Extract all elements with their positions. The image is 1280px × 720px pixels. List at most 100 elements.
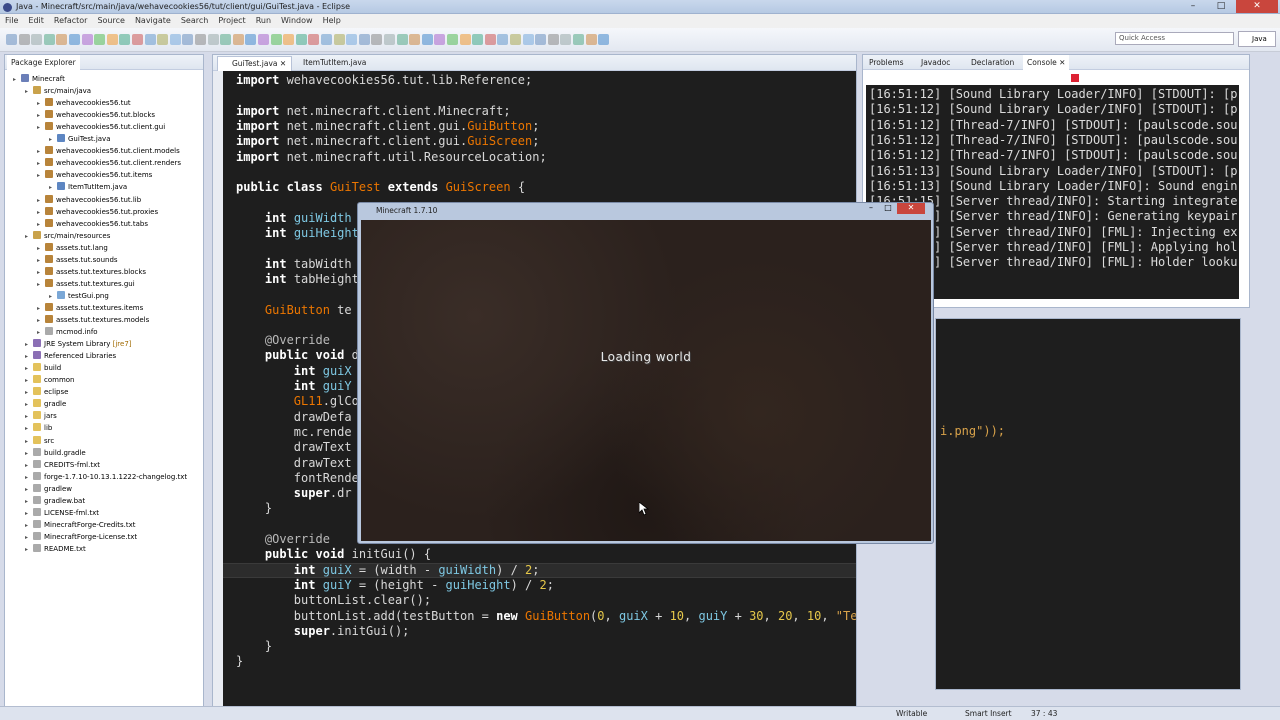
tree-item[interactable]: ▸ common <box>25 374 75 386</box>
quick-access-input[interactable]: Quick Access <box>1115 32 1234 45</box>
toolbar-button[interactable] <box>459 34 471 45</box>
toolbar-button[interactable] <box>510 34 521 45</box>
tree-item[interactable]: ▸ wehavecookies56.tut.blocks <box>37 109 155 121</box>
toolbar-button[interactable] <box>258 34 269 45</box>
mc-minimize-button[interactable]: – <box>863 203 879 214</box>
minimize-button[interactable]: – <box>1180 0 1206 13</box>
toolbar-button[interactable] <box>346 34 358 45</box>
toolbar-button[interactable] <box>245 34 257 45</box>
minecraft-game-canvas[interactable]: Loading world <box>361 220 931 541</box>
tree-item[interactable]: ▸ JRE System Library [jre7] <box>25 338 132 350</box>
toolbar-button[interactable] <box>447 34 458 45</box>
toolbar-button[interactable] <box>283 34 295 45</box>
toolbar-button[interactable] <box>295 34 307 45</box>
tree-item[interactable]: ▸ src <box>25 435 54 447</box>
toolbar-button[interactable] <box>94 34 106 45</box>
terminate-icon[interactable] <box>1071 74 1079 82</box>
tree-item[interactable]: ▸ ItemTutItem.java <box>49 181 127 193</box>
mc-close-button[interactable]: ✕ <box>897 203 925 214</box>
tree-item[interactable]: ▸ wehavecookies56.tut.tabs <box>37 218 148 230</box>
menu-search[interactable]: Search <box>176 14 213 28</box>
toolbar-button[interactable] <box>333 34 345 45</box>
close-button[interactable]: ✕ <box>1236 0 1278 13</box>
toolbar-button[interactable] <box>484 34 496 45</box>
tree-item[interactable]: ▸ wehavecookies56.tut.lib <box>37 194 141 206</box>
toolbar-button[interactable] <box>598 34 610 45</box>
tree-item[interactable]: ▸ assets.tut.sounds <box>37 254 118 266</box>
tree-item[interactable]: ▸ wehavecookies56.tut.client.models <box>37 145 180 157</box>
toolbar-button[interactable] <box>270 34 282 45</box>
expand-chevron-icon[interactable]: ▸ <box>37 170 45 182</box>
expand-chevron-icon[interactable]: ▸ <box>25 86 33 98</box>
toolbar-button[interactable] <box>81 34 93 45</box>
toolbar-button[interactable] <box>358 34 370 45</box>
tree-item[interactable]: ▸ src/main/resources <box>25 230 110 242</box>
toolbar-button[interactable] <box>522 34 534 45</box>
tree-item[interactable]: ▸ mcmod.info <box>37 326 98 338</box>
toolbar-button[interactable] <box>56 34 68 45</box>
toolbar-button[interactable] <box>69 34 80 45</box>
tree-item[interactable]: ▸ gradlew <box>25 483 72 495</box>
tree-item[interactable]: ▸ Minecraft <box>13 73 65 85</box>
tree-item[interactable]: ▸ wehavecookies56.tut.proxies <box>37 206 158 218</box>
java-perspective-button[interactable]: Java <box>1238 31 1276 47</box>
tree-item[interactable]: ▸ LICENSE-fml.txt <box>25 507 99 519</box>
tree-item[interactable]: ▸ lib <box>25 422 52 434</box>
expand-chevron-icon[interactable]: ▸ <box>13 74 21 86</box>
menu-edit[interactable]: Edit <box>23 14 49 28</box>
tree-item[interactable]: ▸ wehavecookies56.tut.items <box>37 169 152 181</box>
toolbar-button[interactable] <box>560 34 572 45</box>
menu-refactor[interactable]: Refactor <box>49 14 93 28</box>
tree-item[interactable]: ▸ Referenced Libraries <box>25 350 116 362</box>
toolbar-button[interactable] <box>220 34 232 45</box>
tree-item[interactable]: ▸ build.gradle <box>25 447 86 459</box>
toolbar-button[interactable] <box>585 34 597 45</box>
toolbar-button[interactable] <box>157 34 169 45</box>
tree-item[interactable]: ▸ gradlew.bat <box>25 495 85 507</box>
toolbar-button[interactable] <box>182 34 194 45</box>
tree-item[interactable]: ▸ assets.tut.textures.gui <box>37 278 135 290</box>
tree-item[interactable]: ▸ assets.tut.textures.blocks <box>37 266 146 278</box>
toolbar-button[interactable] <box>409 34 421 45</box>
toolbar-button[interactable] <box>396 34 408 45</box>
tree-item[interactable]: ▸ wehavecookies56.tut <box>37 97 131 109</box>
expand-chevron-icon[interactable]: ▸ <box>37 279 45 291</box>
toolbar-button[interactable] <box>232 34 244 45</box>
toolbar-button[interactable] <box>547 34 559 45</box>
tree-item[interactable]: ▸ wehavecookies56.tut.client.renders <box>37 157 181 169</box>
tree-item[interactable]: ▸ build <box>25 362 61 374</box>
tree-item[interactable]: ▸ MinecraftForge-License.txt <box>25 531 137 543</box>
mc-maximize-button[interactable]: □ <box>880 203 896 214</box>
toolbar-button[interactable] <box>195 34 206 45</box>
toolbar-button[interactable] <box>169 34 181 45</box>
toolbar-button[interactable] <box>434 34 446 45</box>
menu-navigate[interactable]: Navigate <box>130 14 176 28</box>
toolbar-button[interactable] <box>106 34 118 45</box>
menu-source[interactable]: Source <box>92 14 129 28</box>
toolbar-button[interactable] <box>321 34 332 45</box>
tab-javadoc[interactable]: Javadoc <box>917 55 954 70</box>
menu-window[interactable]: Window <box>276 14 318 28</box>
tree-item[interactable]: ▸ wehavecookies56.tut.client.gui <box>37 121 165 133</box>
toolbar-button[interactable] <box>308 34 320 45</box>
menu-project[interactable]: Project <box>213 14 250 28</box>
tree-item[interactable]: ▸ CREDITS-fml.txt <box>25 459 100 471</box>
menu-help[interactable]: Help <box>318 14 346 28</box>
tab-console[interactable]: Console ✕ <box>1023 55 1070 70</box>
toolbar-button[interactable] <box>144 34 156 45</box>
tree-item[interactable]: ▸ assets.tut.textures.models <box>37 314 149 326</box>
toolbar-button[interactable] <box>18 34 30 45</box>
package-explorer-tab[interactable]: Package Explorer <box>7 55 80 70</box>
tree-item[interactable]: ▸ eclipse <box>25 386 68 398</box>
tree-item[interactable]: ▸ gradle <box>25 398 66 410</box>
toolbar-button[interactable] <box>371 34 383 45</box>
menu-run[interactable]: Run <box>251 14 276 28</box>
toolbar-button[interactable] <box>535 34 547 45</box>
minecraft-window[interactable]: Minecraft 1.7.10 – □ ✕ Loading world <box>357 202 934 544</box>
toolbar-button[interactable] <box>31 34 43 45</box>
toolbar-button[interactable] <box>497 34 509 45</box>
expand-chevron-icon[interactable]: ▸ <box>25 544 33 556</box>
toolbar-button[interactable] <box>421 34 433 45</box>
tab-problems[interactable]: Problems <box>865 55 908 70</box>
tree-item[interactable]: ▸ jars <box>25 410 57 422</box>
